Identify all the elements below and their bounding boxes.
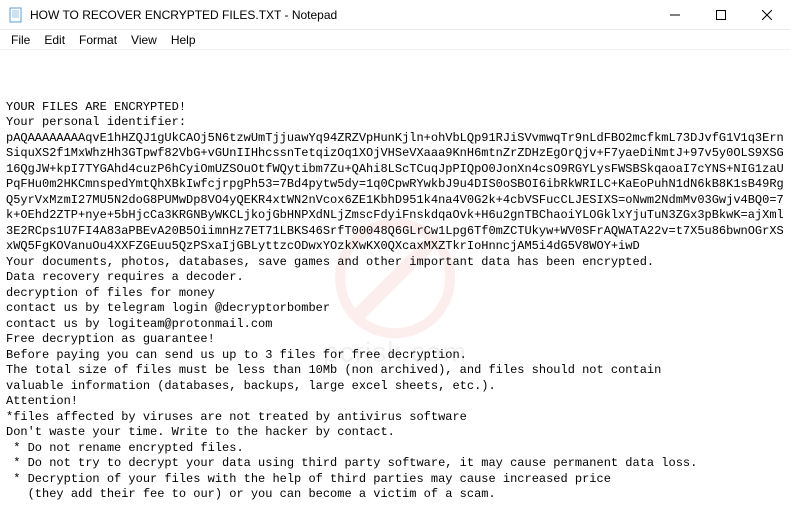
text-line: * Do not rename encrypted files. xyxy=(6,441,784,457)
menu-file[interactable]: File xyxy=(4,31,37,49)
text-line: * Do not try to decrypt your data using … xyxy=(6,456,784,472)
close-button[interactable] xyxy=(744,0,790,29)
menu-format[interactable]: Format xyxy=(72,31,124,49)
menu-bar: File Edit Format View Help xyxy=(0,30,790,50)
menu-help[interactable]: Help xyxy=(164,31,203,49)
text-line: decryption of files for money xyxy=(6,286,784,302)
maximize-button[interactable] xyxy=(698,0,744,29)
text-content: YOUR FILES ARE ENCRYPTED!Your personal i… xyxy=(6,100,784,503)
text-line: Before paying you can send us up to 3 fi… xyxy=(6,348,784,364)
text-line: * Decryption of your files with the help… xyxy=(6,472,784,488)
text-line: Attention! xyxy=(6,394,784,410)
window-titlebar: HOW TO RECOVER ENCRYPTED FILES.TXT - Not… xyxy=(0,0,790,30)
editor-content[interactable]: pcrisk.com YOUR FILES ARE ENCRYPTED!Your… xyxy=(0,50,790,528)
menu-edit[interactable]: Edit xyxy=(37,31,72,49)
text-line: Don't waste your time. Write to the hack… xyxy=(6,425,784,441)
text-line: YOUR FILES ARE ENCRYPTED! xyxy=(6,100,784,116)
text-line: *files affected by viruses are not treat… xyxy=(6,410,784,426)
notepad-icon xyxy=(8,7,24,23)
text-line: contact us by telegram login @decryptorb… xyxy=(6,301,784,317)
text-line: Free decryption as guarantee! xyxy=(6,332,784,348)
text-line: Data recovery requires a decoder. xyxy=(6,270,784,286)
menu-view[interactable]: View xyxy=(124,31,164,49)
window-title: HOW TO RECOVER ENCRYPTED FILES.TXT - Not… xyxy=(30,8,652,22)
minimize-button[interactable] xyxy=(652,0,698,29)
window-controls xyxy=(652,0,790,29)
text-line: Your personal identifier: xyxy=(6,115,784,131)
text-line: The total size of files must be less tha… xyxy=(6,363,784,379)
text-line: (they add their fee to our) or you can b… xyxy=(6,487,784,503)
text-line: contact us by logiteam@protonmail.com xyxy=(6,317,784,333)
text-line: Your documents, photos, databases, save … xyxy=(6,255,784,271)
text-line: pAQAAAAAAAAqvE1hHZQJ1gUkCAOj5N6tzwUmTjju… xyxy=(6,131,784,255)
text-line: valuable information (databases, backups… xyxy=(6,379,784,395)
